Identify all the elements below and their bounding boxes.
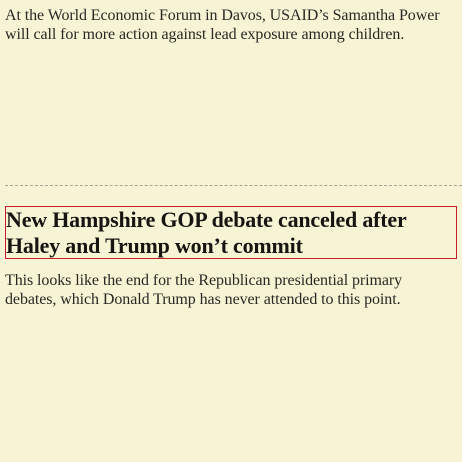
article-summary: At the World Economic Forum in Davos, US… — [5, 7, 440, 43]
article-summary: This looks like the end for the Republic… — [5, 272, 403, 308]
article-headline: New Hampshire GOP debate canceled after … — [6, 207, 407, 258]
news-feed: At the World Economic Forum in Davos, US… — [0, 0, 462, 462]
article-headline-link[interactable]: New Hampshire GOP debate canceled after … — [5, 206, 457, 259]
article-divider — [5, 185, 462, 186]
